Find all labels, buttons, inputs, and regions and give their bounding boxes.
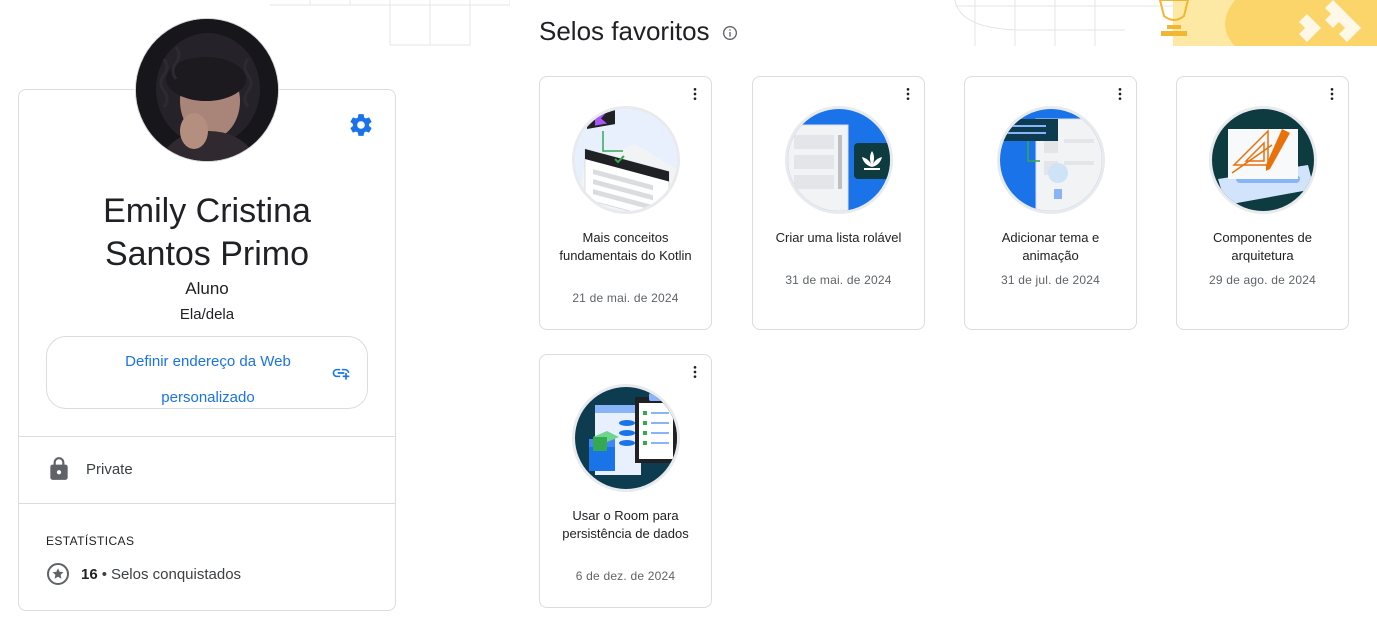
custom-url-button[interactable]: Definir endereço da Web personalizado <box>46 336 368 409</box>
avatar-photo <box>136 19 278 161</box>
gear-icon <box>350 114 372 136</box>
profile-name: Emily Cristina Santos Primo <box>18 190 396 276</box>
profile-name-line1: Emily Cristina <box>103 192 311 230</box>
more-vert-icon <box>1118 88 1122 100</box>
architecture-badge-icon <box>1212 109 1314 211</box>
badge-title: Mais conceitos fundamentais do Kotlin <box>559 230 692 263</box>
stats-separator: • <box>101 565 107 583</box>
stats-badges: 16 • Selos conquistados <box>46 562 241 586</box>
add-link-icon <box>332 368 350 380</box>
more-vert-icon <box>906 88 910 100</box>
badge-title: Criar uma lista rolável <box>775 230 902 245</box>
badge-card[interactable]: Adicionar tema e animação 31 de jul. de … <box>964 76 1137 330</box>
badge-menu-button[interactable] <box>685 362 705 382</box>
favorites-title: Selos favoritos <box>539 16 710 46</box>
settings-button[interactable] <box>346 110 376 140</box>
star-circle-icon <box>47 563 69 585</box>
header-decoration-illustration <box>954 0 1377 46</box>
profile-role: Aluno <box>185 279 229 298</box>
more-vert-icon <box>693 366 697 378</box>
stats-badges-count: 16 <box>81 565 98 583</box>
badge-date: 21 de mai. de 2024 <box>572 291 679 305</box>
badge-menu-button[interactable] <box>1322 84 1342 104</box>
badge-date: 31 de mai. de 2024 <box>785 273 892 287</box>
custom-url-label-line1: Definir endereço da Web <box>125 353 291 370</box>
header-decoration-grid <box>270 0 510 46</box>
favorites-header: Selos favoritos <box>539 16 738 47</box>
badge-date: 6 de dez. de 2024 <box>575 569 676 583</box>
badge-image <box>788 109 890 211</box>
stats-title: ESTATÍSTICAS <box>46 534 135 548</box>
badge-menu-button[interactable] <box>898 84 918 104</box>
divider <box>19 503 395 504</box>
badge-menu-button[interactable] <box>685 84 705 104</box>
avatar <box>135 18 279 162</box>
badge-image <box>1212 109 1314 211</box>
badge-card[interactable]: Mais conceitos fundamentais do Kotlin 21… <box>539 76 712 330</box>
custom-url-label-line2: personalizado <box>161 389 255 406</box>
badge-card[interactable]: Criar uma lista rolável 31 de mai. de 20… <box>752 76 925 330</box>
badge-card[interactable]: Usar o Room para persistência de dados 6… <box>539 354 712 608</box>
profile-name-line2: Santos Primo <box>104 235 310 273</box>
privacy-label: Private <box>86 460 133 478</box>
info-icon[interactable] <box>722 25 738 41</box>
badge-date: 29 de ago. de 2024 <box>1208 273 1317 287</box>
badge-title: Usar o Room para persistência de dados <box>562 508 689 541</box>
more-vert-icon <box>693 88 697 100</box>
badge-date: 31 de jul. de 2024 <box>1000 273 1100 287</box>
more-vert-icon <box>1330 88 1334 100</box>
theme-animation-badge-icon <box>1000 109 1102 211</box>
kotlin-badge-icon <box>575 109 677 211</box>
profile-pronouns: Ela/dela <box>179 306 235 323</box>
badge-title: Adicionar tema e animação <box>1001 230 1100 263</box>
badge-menu-button[interactable] <box>1110 84 1130 104</box>
badge-image <box>575 387 677 489</box>
lock-icon <box>50 457 68 480</box>
scrollable-list-badge-icon <box>788 109 890 211</box>
badge-image <box>1000 109 1102 211</box>
privacy-status: Private <box>46 454 133 484</box>
badge-card[interactable]: Componentes de arquitetura 29 de ago. de… <box>1176 76 1349 330</box>
badge-image <box>575 109 677 211</box>
divider <box>19 436 395 437</box>
badge-title: Componentes de arquitetura <box>1212 230 1312 263</box>
custom-url-label: Definir endereço da Web personalizado <box>67 344 349 416</box>
room-persistence-badge-icon <box>575 387 677 489</box>
stats-badges-label: Selos conquistados <box>110 565 242 583</box>
